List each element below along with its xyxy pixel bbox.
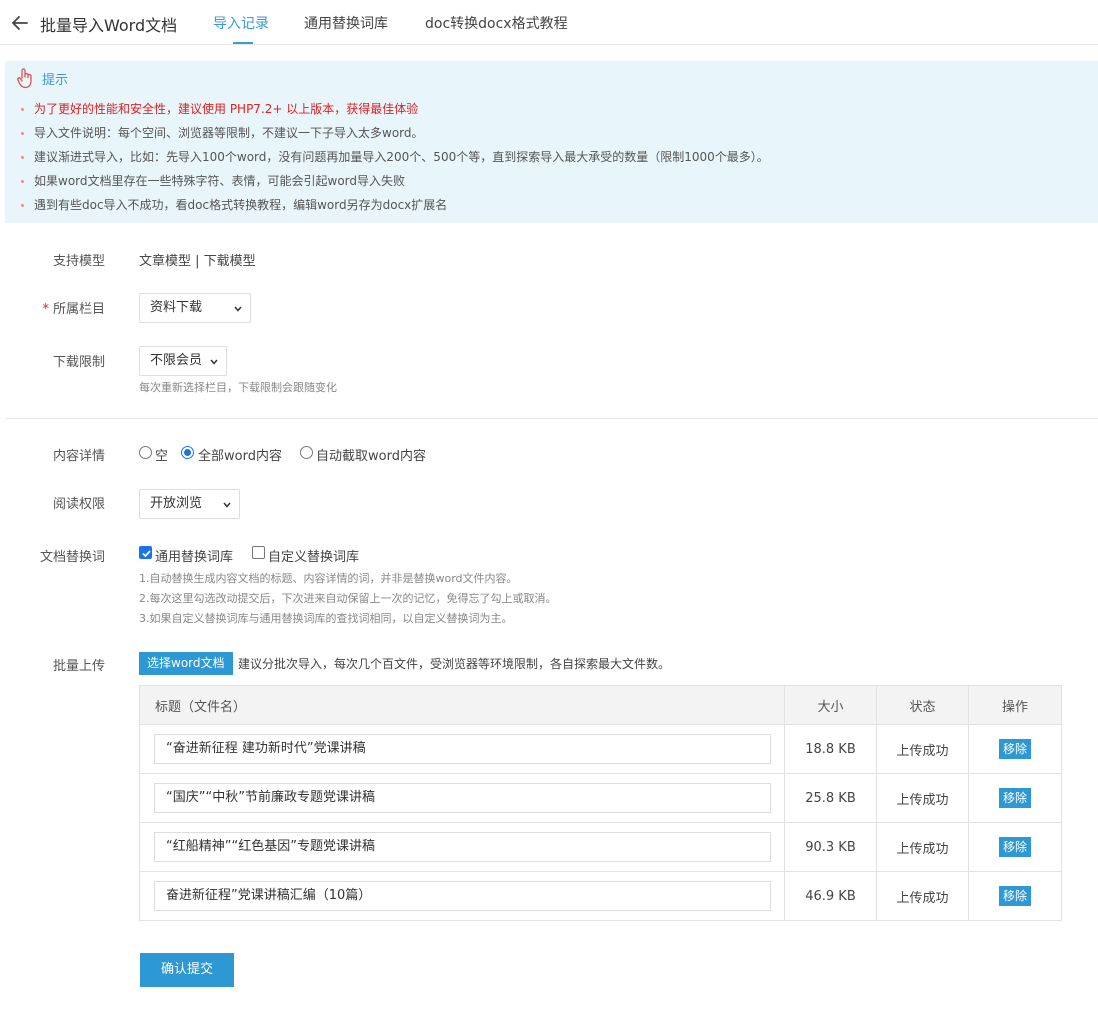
header-action: 操作 <box>968 685 1062 725</box>
tip-line-php-version: 为了更好的性能和安全性，建议使用 PHP7.2+ 以上版本，获得最佳体验 <box>21 100 418 117</box>
replace-dict-label: 文档替换词 <box>39 550 105 565</box>
file-size: 25.8 KB <box>784 773 877 823</box>
batch-upload-hint: 建议分批次导入，每次几个百文件，受浏览器等环境限制，各自探索最大文件数。 <box>238 657 671 671</box>
column-select[interactable]: 资料下载 <box>139 293 251 323</box>
table-row: “国庆”“中秋”节前廉政专题党课讲稿 25.8 KB 上传成功 移除 <box>139 773 1062 823</box>
remove-button[interactable]: 移除 <box>998 837 1031 857</box>
header-title: 标题（文件名） <box>139 685 785 725</box>
remove-button[interactable]: 移除 <box>998 886 1031 906</box>
download-limit-hint: 每次重新选择栏目，下载限制会跟随变化 <box>139 381 337 394</box>
replace-note-2: 2.每次这里勾选改动提交后，下次进来自动保留上一次的记忆，免得忘了勾上或取消。 <box>139 592 557 605</box>
replace-note-3: 3.如果自定义替换词库与通用替换词库的查找词相同，以自定义替换词为主。 <box>139 612 513 625</box>
chevron-down-icon <box>210 359 218 365</box>
replace-note-1: 1.自动替换生成内容文档的标题、内容详情的词，并非是替换word文件内容。 <box>139 572 518 585</box>
upload-status: 上传成功 <box>876 773 969 823</box>
content-empty-radio[interactable] <box>139 446 152 459</box>
content-auto-label[interactable]: 自动截取word内容 <box>316 445 426 464</box>
custom-dict-label[interactable]: 自定义替换词库 <box>268 546 359 565</box>
top-bar: 批量导入Word文档 导入记录 通用替换词库 doc转换docx格式教程 <box>0 0 1098 45</box>
general-dict-label[interactable]: 通用替换词库 <box>155 546 233 565</box>
active-tab-indicator <box>233 42 253 44</box>
content-empty-label[interactable]: 空 <box>155 445 168 464</box>
read-permission-label: 阅读权限 <box>52 497 105 512</box>
header-size: 大小 <box>784 685 877 725</box>
title-input[interactable]: “奋进新征程 建功新时代”党课讲稿 <box>154 734 771 764</box>
model-label: 支持模型 <box>52 254 105 269</box>
model-value: 文章模型 | 下载模型 <box>139 254 256 269</box>
content-full-label[interactable]: 全部word内容 <box>198 445 282 464</box>
batch-upload-label: 批量上传 <box>52 659 105 674</box>
upload-status: 上传成功 <box>876 871 969 921</box>
section-divider <box>5 418 1098 419</box>
tip-box: 提示 为了更好的性能和安全性，建议使用 PHP7.2+ 以上版本，获得最佳体验 … <box>5 61 1098 223</box>
general-dict-checkbox[interactable] <box>139 546 152 559</box>
content-detail-label: 内容详情 <box>52 449 105 464</box>
column-label: * 所属栏目 <box>42 302 105 317</box>
tip-line-progressive: 建议渐进式导入，比如：先导入100个word，没有问题再加量导入200个、500… <box>21 148 769 165</box>
content-auto-radio[interactable] <box>300 446 313 459</box>
upload-status: 上传成功 <box>876 822 969 872</box>
tip-line-file-note: 导入文件说明：每个空间、浏览器等限制，不建议一下子导入太多word。 <box>21 124 424 141</box>
page-title: 批量导入Word文档 <box>40 16 178 35</box>
file-size: 90.3 KB <box>784 822 877 872</box>
file-size: 18.8 KB <box>784 724 877 774</box>
download-limit-select[interactable]: 不限会员 <box>139 346 227 376</box>
table-row: “红船精神”“红色基因”专题党课讲稿 90.3 KB 上传成功 移除 <box>139 822 1062 872</box>
table-row: 奋进新征程”党课讲稿汇编（10篇） 46.9 KB 上传成功 移除 <box>139 871 1062 921</box>
arrow-left-icon[interactable] <box>10 13 30 33</box>
header-status: 状态 <box>876 685 969 725</box>
chevron-down-icon <box>234 306 242 312</box>
hand-pointer-icon <box>17 68 32 89</box>
title-input[interactable]: “国庆”“中秋”节前廉政专题党课讲稿 <box>154 783 771 813</box>
file-table: 标题（文件名） 大小 状态 操作 “奋进新征程 建功新时代”党课讲稿 18.8 … <box>139 685 1062 921</box>
custom-dict-checkbox[interactable] <box>252 546 265 559</box>
tab-import-records[interactable]: 导入记录 <box>213 13 269 33</box>
tip-line-doc-convert: 遇到有些doc导入不成功，看doc格式转换教程，编辑word另存为docx扩展名 <box>21 196 447 213</box>
download-limit-label: 下载限制 <box>52 355 105 370</box>
title-input[interactable]: “红船精神”“红色基因”专题党课讲稿 <box>154 832 771 862</box>
tab-replace-dictionary[interactable]: 通用替换词库 <box>304 13 388 33</box>
table-row: “奋进新征程 建功新时代”党课讲稿 18.8 KB 上传成功 移除 <box>139 724 1062 774</box>
content-full-radio[interactable] <box>181 446 194 459</box>
choose-word-button[interactable]: 选择word文档 <box>139 652 233 675</box>
remove-button[interactable]: 移除 <box>998 788 1031 808</box>
read-permission-select[interactable]: 开放浏览 <box>139 489 240 519</box>
tab-doc-convert-tutorial[interactable]: doc转换docx格式教程 <box>425 13 568 33</box>
file-size: 46.9 KB <box>784 871 877 921</box>
title-input[interactable]: 奋进新征程”党课讲稿汇编（10篇） <box>154 881 771 911</box>
tip-title: 提示 <box>42 73 69 88</box>
tip-line-special-chars: 如果word文档里存在一些特殊字符、表情，可能会引起word导入失败 <box>21 172 405 189</box>
chevron-down-icon <box>223 502 231 508</box>
table-header-row: 标题（文件名） 大小 状态 操作 <box>139 685 1062 725</box>
upload-status: 上传成功 <box>876 724 969 774</box>
submit-button[interactable]: 确认提交 <box>140 953 234 987</box>
remove-button[interactable]: 移除 <box>998 739 1031 759</box>
